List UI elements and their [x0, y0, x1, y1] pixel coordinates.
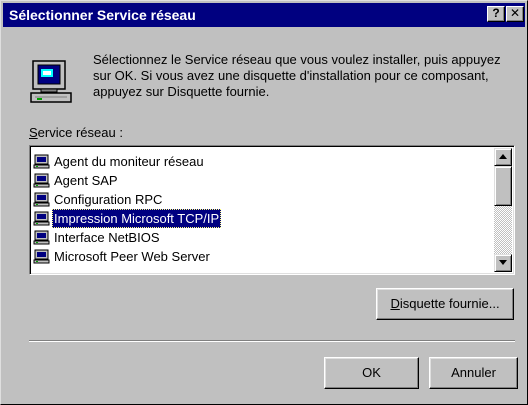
list-item[interactable]: Interface NetBIOS: [33, 228, 493, 247]
list-item-label: Agent SAP: [54, 173, 118, 188]
window-title: Sélectionner Service réseau: [9, 7, 196, 23]
dialog-window: Sélectionner Service réseau ? ✕ Sélectio…: [0, 0, 528, 405]
arrow-up-icon: [499, 154, 507, 159]
title-bar[interactable]: Sélectionner Service réseau ? ✕: [3, 3, 525, 27]
scroll-down-button[interactable]: [494, 254, 512, 272]
vertical-scrollbar[interactable]: [494, 148, 512, 272]
network-component-icon: [30, 60, 72, 103]
intro-text: Sélectionnez le Service réseau que vous …: [93, 52, 501, 99]
network-service-icon: [33, 192, 50, 207]
help-button[interactable]: ?: [487, 6, 505, 22]
list-item-label: Configuration RPC: [54, 192, 163, 207]
service-list-label: Service réseau :: [29, 125, 123, 140]
network-service-icon: [33, 249, 50, 264]
close-button[interactable]: ✕: [506, 6, 524, 22]
separator-line: [29, 340, 515, 342]
network-service-icon: [33, 211, 50, 226]
ok-button[interactable]: OK: [324, 357, 419, 389]
list-item-label: Interface NetBIOS: [54, 230, 160, 245]
service-list: Agent du moniteur réseau Agent SAP Configu…: [33, 152, 493, 266]
list-item[interactable]: Agent SAP: [33, 171, 493, 190]
list-item[interactable]: Configuration RPC: [33, 190, 493, 209]
have-disk-accel: D: [390, 296, 400, 311]
service-listbox[interactable]: Agent du moniteur réseau Agent SAP Configu…: [29, 145, 515, 275]
list-item[interactable]: Impression Microsoft TCP/IP: [33, 209, 493, 228]
scroll-thumb[interactable]: [494, 166, 512, 206]
network-service-icon: [33, 173, 50, 188]
list-item[interactable]: Microsoft Peer Web Server: [33, 247, 493, 266]
list-item-label: Agent du moniteur réseau: [54, 154, 204, 169]
network-service-icon: [33, 154, 50, 169]
list-item[interactable]: Agent du moniteur réseau: [33, 152, 493, 171]
scroll-up-button[interactable]: [494, 148, 512, 166]
service-list-label-rest: ervice réseau :: [37, 125, 123, 140]
list-item-label: Impression Microsoft TCP/IP: [52, 209, 222, 228]
service-list-label-accel: S: [29, 125, 38, 140]
list-item-label: Microsoft Peer Web Server: [54, 249, 210, 264]
cancel-button[interactable]: Annuler: [429, 357, 518, 389]
network-service-icon: [33, 230, 50, 245]
have-disk-rest: isquette fournie...: [399, 296, 500, 311]
arrow-down-icon: [499, 260, 507, 265]
have-disk-button[interactable]: Disquette fournie...: [376, 288, 514, 320]
